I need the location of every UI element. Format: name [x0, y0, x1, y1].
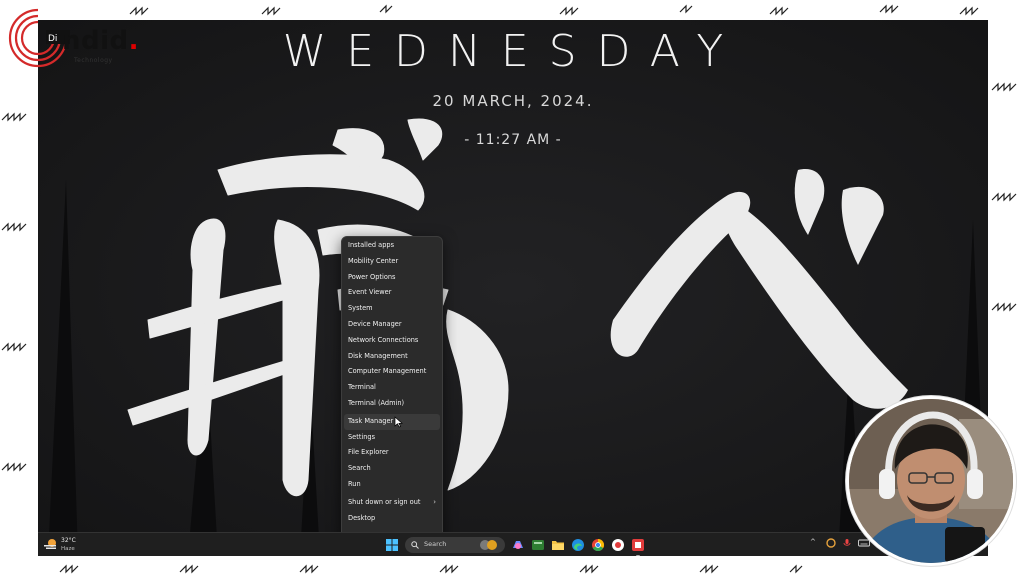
- menu-item-shut-down-or-sign-out[interactable]: Shut down or sign out ›: [342, 495, 442, 511]
- edge-browser-icon[interactable]: [571, 538, 585, 552]
- menu-item-computer-management[interactable]: Computer Management: [342, 364, 442, 380]
- menu-item-terminal-admin[interactable]: Terminal (Admin): [342, 396, 442, 412]
- menu-item-desktop[interactable]: Desktop: [342, 511, 442, 527]
- menu-item-power-options[interactable]: Power Options: [342, 270, 442, 286]
- menu-item-shut-down-label: Shut down or sign out: [348, 497, 421, 506]
- quick-link-menu: Installed apps Mobility Center Power Opt…: [341, 236, 443, 544]
- chrome-browser-icon[interactable]: [591, 538, 605, 552]
- search-icon: [411, 541, 419, 549]
- tray-overflow-chevron-icon[interactable]: ^: [810, 538, 816, 546]
- logo-ring-icon: Di: [8, 8, 70, 68]
- weather-widget[interactable]: 32°C Haze: [44, 536, 104, 554]
- menu-item-file-explorer[interactable]: File Explorer: [342, 445, 442, 461]
- menu-item-settings[interactable]: Settings: [342, 430, 442, 446]
- date-text: 20 MARCH, 2024.: [432, 92, 594, 110]
- search-label: Search: [424, 540, 447, 548]
- logo-wordmark: ndid.: [62, 26, 140, 56]
- logo-subtitle: Technology: [74, 57, 113, 64]
- keyboard-icon[interactable]: [858, 538, 870, 548]
- haze-weather-icon: [44, 539, 56, 549]
- app-running-indicator: [636, 555, 640, 556]
- menu-item-mobility-center[interactable]: Mobility Center: [342, 254, 442, 270]
- menu-item-run[interactable]: Run: [342, 477, 442, 493]
- clock-text: - 11:27 AM -: [464, 132, 562, 148]
- microphone-icon[interactable]: [842, 538, 852, 548]
- mouse-cursor-icon: [394, 416, 403, 428]
- logo-prefix: Di: [48, 34, 57, 44]
- menu-item-disk-management[interactable]: Disk Management: [342, 349, 442, 365]
- webcam-overlay: [846, 396, 1016, 566]
- media-player-icon[interactable]: [611, 538, 625, 552]
- menu-item-event-viewer[interactable]: Event Viewer: [342, 285, 442, 301]
- menu-item-installed-apps[interactable]: Installed apps: [342, 238, 442, 254]
- weather-temperature: 32°C: [61, 537, 76, 544]
- presenter-webcam-image: [849, 399, 1013, 563]
- red-app-icon[interactable]: [631, 538, 645, 552]
- copilot-icon[interactable]: [511, 538, 525, 552]
- menu-item-task-manager[interactable]: Task Manager: [344, 413, 440, 430]
- menu-item-terminal[interactable]: Terminal: [342, 380, 442, 396]
- file-explorer-icon[interactable]: [551, 538, 565, 552]
- weather-condition: Haze: [61, 546, 75, 552]
- taskbar: 32°C Haze Search ^: [38, 532, 988, 556]
- news-widget-icon[interactable]: [531, 538, 545, 552]
- chevron-right-icon: ›: [433, 497, 436, 506]
- menu-item-device-manager[interactable]: Device Manager: [342, 317, 442, 333]
- menu-item-system[interactable]: System: [342, 301, 442, 317]
- tray-app-icon[interactable]: [826, 538, 836, 548]
- menu-item-network-connections[interactable]: Network Connections: [342, 333, 442, 349]
- taskbar-search-box[interactable]: Search: [405, 537, 505, 553]
- logo-wordmark-text: ndid: [62, 26, 129, 56]
- day-name: WEDNESDAY: [282, 26, 744, 77]
- menu-item-search[interactable]: Search: [342, 461, 442, 477]
- search-highlight-icon: [480, 540, 497, 550]
- windows-start-icon[interactable]: [385, 538, 399, 552]
- channel-logo: Di ndid. Technology: [6, 6, 146, 70]
